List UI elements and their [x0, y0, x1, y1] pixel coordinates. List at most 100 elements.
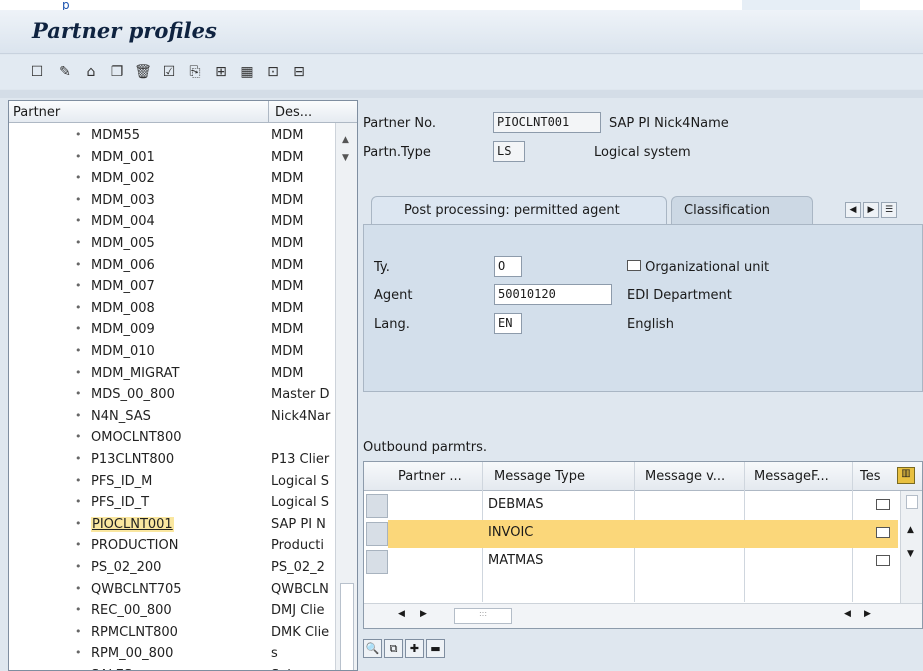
partner-no-field[interactable]: PIOCLNT001 [493, 112, 601, 133]
new-icon[interactable]: ☐ [28, 63, 46, 81]
partner-type-field[interactable]: LS [493, 141, 525, 162]
col-message-type[interactable]: Message Type [494, 469, 585, 484]
tree-partner-name[interactable]: PS_02_200 [91, 560, 161, 575]
tree-row[interactable]: • PRODUCTION Producti [9, 535, 335, 557]
col-partner[interactable]: Partner ... [398, 469, 462, 484]
tree-partner-name[interactable]: MDM_006 [91, 258, 155, 273]
tree-row[interactable]: • PIOCLNT001 SAP PI N [9, 514, 335, 536]
tree-partner-name[interactable]: PRODUCTION [91, 538, 178, 553]
tree-row[interactable]: • PFS_ID_T Logical S [9, 492, 335, 514]
message-type-cell[interactable]: MATMAS [488, 553, 543, 568]
tree-partner-name[interactable]: MDS_00_800 [91, 387, 175, 402]
row-selector[interactable] [366, 522, 388, 546]
paste-icon[interactable]: ⎘ [186, 63, 204, 81]
tree-partner-name[interactable]: MDM_007 [91, 279, 155, 294]
tree-row[interactable]: • MDM_MIGRAT MDM [9, 363, 335, 385]
row-selector[interactable] [366, 550, 388, 574]
grid-vscrollbar[interactable]: ▲ ▼ [900, 491, 922, 603]
copy-icon[interactable]: ❐ [108, 63, 126, 81]
tree-partner-name[interactable]: PFS_ID_M [91, 474, 152, 489]
grid-scroll-down-icon[interactable]: ▼ [907, 549, 914, 559]
grid-vscroll-thumb[interactable] [906, 495, 918, 509]
col-test[interactable]: Tes [860, 469, 881, 484]
test-checkbox[interactable] [876, 527, 890, 538]
tree-partner-name[interactable]: N4N_SAS [91, 409, 151, 424]
tree-partner-name[interactable]: MDM_005 [91, 236, 155, 251]
table-row[interactable]: MATMAS [388, 548, 898, 576]
row-selector[interactable] [366, 494, 388, 518]
tree-partner-name[interactable]: RPM_00_800 [91, 646, 173, 661]
tree-partner-name[interactable]: RPMCLNT800 [91, 625, 178, 640]
tree-row[interactable]: • REC_00_800 DMJ Clie [9, 600, 335, 622]
tree-row[interactable]: • MDM_008 MDM [9, 298, 335, 320]
copy-row-icon[interactable]: ⧉ [384, 639, 403, 658]
tree-partner-name[interactable]: REC_00_800 [91, 603, 172, 618]
tree-row[interactable]: • MDM_004 MDM [9, 211, 335, 233]
message-type-cell[interactable]: INVOIC [488, 525, 533, 540]
tree-row[interactable]: • PFS_ID_M Logical S [9, 471, 335, 493]
delete-icon[interactable]: 🗑 [134, 63, 152, 81]
tree-row[interactable]: • N4N_SAS Nick4Nar [9, 406, 335, 428]
layout-icon[interactable]: ▥ [897, 467, 915, 484]
col-message-variant[interactable]: Message v... [645, 469, 725, 484]
ty-field[interactable]: O [494, 256, 522, 277]
tree-scroll-thumb[interactable] [340, 583, 354, 670]
tree-partner-name[interactable]: MDM_001 [91, 150, 155, 165]
tree-row[interactable]: • MDM_010 MDM [9, 341, 335, 363]
tab-classification[interactable]: Classification [671, 196, 813, 224]
tree-partner-name[interactable]: MDM_008 [91, 301, 155, 316]
tree-partner-name[interactable]: MDM_002 [91, 171, 155, 186]
tree-row[interactable]: • MDM_009 MDM [9, 319, 335, 341]
tree-scrollbar[interactable]: ▲ ▼ [335, 123, 357, 670]
tab-prev-icon[interactable]: ◀ [845, 202, 861, 218]
grid-hscroll-thumb[interactable]: ::: [454, 608, 512, 624]
info-icon[interactable]: ⊟ [290, 63, 308, 81]
tree-partner-name[interactable]: MDM_010 [91, 344, 155, 359]
tree-row[interactable]: • MDM_002 MDM [9, 168, 335, 190]
org-unit-checkbox[interactable] [627, 260, 641, 271]
tree-partner-name[interactable]: MDM_004 [91, 214, 155, 229]
tree-partner-name[interactable]: MDM_003 [91, 193, 155, 208]
grid-hscrollbar[interactable]: ◀ ▶ ::: ◀ ▶ [364, 603, 922, 628]
grid-scroll-left-icon[interactable]: ◀ [398, 609, 405, 619]
tree-row[interactable]: • MDM_007 MDM [9, 276, 335, 298]
display-icon[interactable]: ⌂ [82, 63, 100, 81]
check-icon[interactable]: ☑ [160, 63, 178, 81]
tree-row[interactable]: • MDM_001 MDM [9, 147, 335, 169]
tree-partner-name[interactable]: MDM55 [91, 128, 140, 143]
tree-row[interactable]: • MDM_006 MDM [9, 255, 335, 277]
col-message-function[interactable]: MessageF... [754, 469, 829, 484]
grid-scroll-up-icon[interactable]: ▲ [907, 525, 914, 535]
test-checkbox[interactable] [876, 555, 890, 566]
tree-partner-name[interactable]: P13CLNT800 [91, 452, 174, 467]
tree-row[interactable]: • MDS_00_800 Master D [9, 384, 335, 406]
message-type-cell[interactable]: DEBMAS [488, 497, 544, 512]
test-checkbox[interactable] [876, 499, 890, 510]
tree-row[interactable]: • MDM55 MDM [9, 125, 335, 147]
scroll-up-icon[interactable]: ▲ [342, 135, 349, 145]
tree-partner-name[interactable]: PIOCLNT001 [91, 516, 174, 532]
tab-post-processing[interactable]: Post processing: permitted agent [371, 196, 667, 224]
tab-next-icon[interactable]: ▶ [863, 202, 879, 218]
tree-row[interactable]: • PS_02_200 PS_02_2 [9, 557, 335, 579]
tree-row[interactable]: • QWBCLNT705 QWBCLN [9, 579, 335, 601]
tree-row[interactable]: • P13CLNT800 P13 Clier [9, 449, 335, 471]
table-icon[interactable]: ▦ [238, 63, 256, 81]
tree-header-desc[interactable]: Des... [275, 105, 312, 120]
change-icon[interactable]: ✎ [56, 63, 74, 81]
tree-row[interactable]: • RPM_00_800 s [9, 643, 335, 665]
details-icon[interactable]: 🔍 [363, 639, 382, 658]
agent-field[interactable]: 50010120 [494, 284, 612, 305]
table-row[interactable]: INVOIC [388, 520, 898, 548]
delete-row-icon[interactable]: ▬ [426, 639, 445, 658]
tree-partner-name[interactable]: OMOCLNT800 [91, 430, 181, 445]
tree-row[interactable]: • MDM_003 MDM [9, 190, 335, 212]
scroll-down-icon[interactable]: ▼ [342, 153, 349, 163]
tree-row[interactable]: • RPMCLNT800 DMK Clie [9, 622, 335, 644]
grid-scroll-right-icon[interactable]: ▶ [420, 609, 427, 619]
tree-partner-name[interactable]: PFS_ID_T [91, 495, 149, 510]
lang-field[interactable]: EN [494, 313, 522, 334]
tree-row[interactable]: •SALESSales or [9, 665, 335, 670]
tree-icon[interactable]: ⊞ [212, 63, 230, 81]
org-unit-option[interactable]: Organizational unit [627, 260, 769, 275]
